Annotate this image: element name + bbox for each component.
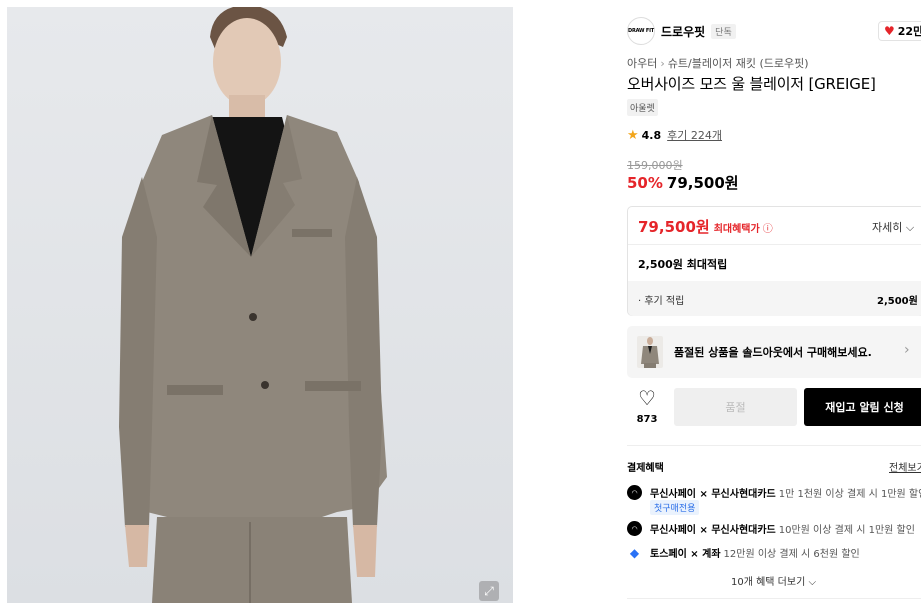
rating-score: 4.8 — [641, 128, 662, 142]
payment-benefits-title: 결제혜택 — [627, 463, 664, 474]
expand-icon[interactable]: ⤢ — [479, 581, 499, 601]
payment-benefit-item: ◠ 무신사페이 × 무신사현대카드 1만 1천원 이상 결제 시 1만원 할인 — [627, 485, 921, 500]
soldout-banner-text: 품절된 상품을 솔드아웃에서 구매해보세요. — [674, 346, 872, 359]
payment-benefit-desc: 10만원 이상 결제 시 1만원 할인 — [778, 525, 915, 536]
payment-benefit-name: 토스페이 × 계좌 — [650, 549, 721, 560]
payment-benefit-name: 무신사페이 × 무신사현대카드 — [650, 525, 776, 536]
card-icon: ◠ — [627, 521, 642, 536]
like-button[interactable]: ♡ 873 — [627, 388, 667, 425]
review-points-value: 2,500원 — [877, 296, 918, 307]
breadcrumb-category[interactable]: 아우터 — [627, 57, 657, 70]
divider — [628, 244, 921, 245]
view-all-link[interactable]: 전체보기 — [889, 459, 921, 474]
payment-benefit-name: 무신사페이 × 무신사현대카드 — [650, 489, 776, 500]
model-illustration — [119, 7, 387, 603]
brand-like-count: 22만 — [897, 25, 921, 38]
brand-like-button[interactable]: ♥ 22만 — [878, 21, 921, 41]
payment-benefit-item: ◆ 토스페이 × 계좌 12만원 이상 결제 시 6천원 할인 — [627, 545, 860, 560]
max-benefit-label: 최대혜택가 — [713, 224, 760, 235]
max-points: 2,500원 최대적립 — [638, 258, 728, 271]
benefit-detail-toggle[interactable]: 자세히 ⌵ — [872, 219, 914, 235]
product-image[interactable]: ⤢ — [7, 7, 513, 603]
like-count: 873 — [636, 414, 658, 425]
toss-icon: ◆ — [627, 545, 642, 560]
review-link[interactable]: 후기 224개 — [667, 127, 722, 143]
product-page: ⤢ DRAW FIT 드로우핏 단독 ♥ 22만 아우터 › 슈트/블레이저 재킷 … — [0, 0, 921, 603]
soldout-button[interactable]: 품절 — [674, 388, 797, 426]
rating-summary: ★ 4.8 후기 224개 — [627, 127, 722, 143]
max-benefit-price-row: 79,500원 최대혜택가 ⓘ — [638, 216, 773, 237]
payment-benefit-desc: 12만원 이상 결제 시 6천원 할인 — [723, 549, 860, 560]
breadcrumb: 아우터 › 슈트/블레이저 재킷 (드로우핏) — [627, 55, 809, 71]
product-info-panel: DRAW FIT 드로우핏 단독 ♥ 22만 아우터 › 슈트/블레이저 재킷 (드… — [627, 0, 921, 603]
brand-logo[interactable]: DRAW FIT — [627, 17, 655, 45]
exclusive-badge: 단독 — [711, 23, 736, 39]
sale-price: 79,500원 — [666, 174, 739, 192]
chevron-right-icon: › — [904, 342, 910, 358]
chevron-right-icon: › — [660, 57, 665, 70]
chevron-down-icon: ⌵ — [808, 577, 817, 588]
soldout-banner[interactable]: 품절된 상품을 솔드아웃에서 구매해보세요. › — [627, 326, 921, 378]
max-benefit-price: 79,500원 — [638, 218, 710, 236]
soldout-thumbnail — [637, 336, 663, 368]
card-icon: ◠ — [627, 485, 642, 500]
brand-name[interactable]: 드로우핏 — [661, 23, 705, 40]
original-price: 159,000원 — [627, 159, 683, 172]
product-title: 오버사이즈 모즈 울 블레이저 [GREIGE] — [627, 75, 876, 93]
brand-row[interactable]: DRAW FIT 드로우핏 단독 — [627, 17, 736, 45]
heart-outline-icon: ♡ — [638, 386, 656, 410]
review-points-label: · 후기 적립 — [638, 296, 685, 307]
discount-rate: 50% — [627, 174, 663, 192]
restock-notify-button[interactable]: 재입고 알림 신청 — [804, 388, 921, 426]
first-purchase-tag: 첫구매전용 — [650, 500, 700, 515]
payment-benefit-item: ◠ 무신사페이 × 무신사현대카드 10만원 이상 결제 시 1만원 할인 — [627, 521, 915, 536]
sale-price-row: 50% 79,500원 — [627, 172, 739, 193]
more-benefits-label: 10개 혜택 더보기 — [731, 577, 806, 588]
chevron-down-icon: ⌵ — [905, 221, 915, 234]
star-icon: ★ — [627, 127, 639, 143]
breadcrumb-subcategory[interactable]: 슈트/블레이저 재킷 (드로우핏) — [668, 57, 809, 70]
divider — [627, 445, 921, 446]
max-benefit-box: 79,500원 최대혜택가 ⓘ 자세히 ⌵ 2,500원 최대적립 · 후기 적… — [627, 206, 921, 316]
benefit-detail-label: 자세히 — [872, 221, 903, 234]
review-points-row: · 후기 적립 2,500원 — [628, 281, 921, 316]
outlet-tag: 아울렛 — [627, 99, 658, 116]
heart-icon: ♥ — [884, 24, 895, 38]
more-benefits-button[interactable]: 10개 혜택 더보기 ⌵ — [731, 573, 816, 588]
info-icon[interactable]: ⓘ — [763, 220, 773, 235]
payment-benefit-desc: 1만 1천원 이상 결제 시 1만원 할인 — [778, 489, 921, 500]
divider — [627, 598, 921, 599]
